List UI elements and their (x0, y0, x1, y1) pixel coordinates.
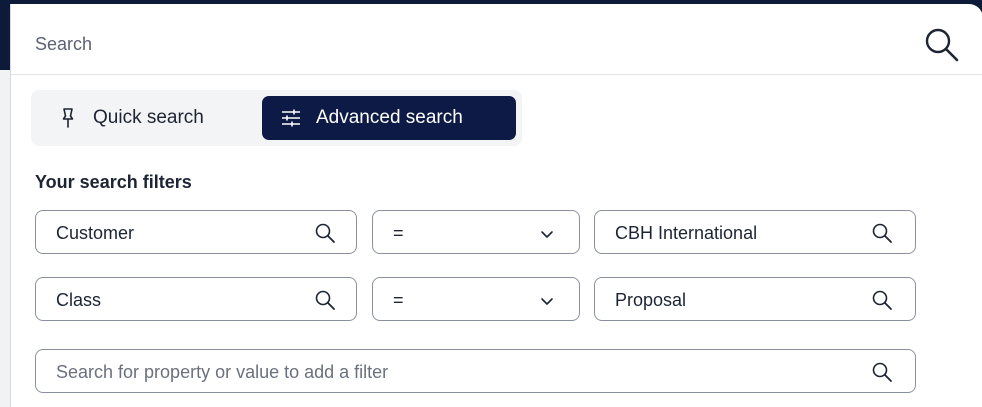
filter-property-value: Customer (56, 223, 135, 243)
chevron-down-icon (541, 298, 553, 305)
filter-operator-dropdown[interactable]: = (372, 210, 580, 254)
search-overlay: Quick search Advanced search Your sear (0, 0, 982, 407)
filter-operator-value: = (393, 223, 404, 243)
add-filter-placeholder: Search for property or value to add a fi… (56, 362, 389, 382)
search-bar (11, 10, 982, 75)
window-frame-left (0, 0, 10, 70)
search-panel: Quick search Advanced search Your sear (10, 4, 982, 407)
filter-property-field[interactable]: Customer (35, 210, 357, 254)
advanced-search-label: Advanced search (316, 107, 463, 128)
search-mode-toggle: Quick search Advanced search (31, 90, 522, 146)
search-icon[interactable] (871, 222, 893, 244)
filter-operator-value: = (393, 290, 404, 310)
sliders-icon (280, 107, 302, 129)
filter-value-text: Proposal (615, 290, 687, 310)
search-icon[interactable] (871, 289, 893, 311)
add-filter-search-field[interactable]: Search for property or value to add a fi… (35, 349, 916, 393)
search-input[interactable] (33, 28, 917, 60)
filter-property-field[interactable]: Class (35, 277, 357, 321)
filters-heading: Your search filters (35, 172, 192, 192)
pin-icon (57, 107, 79, 129)
search-icon[interactable] (871, 361, 893, 383)
filter-value-field[interactable]: Proposal (594, 277, 916, 321)
filter-operator-dropdown[interactable]: = (372, 277, 580, 321)
search-icon[interactable] (314, 289, 336, 311)
filter-value-text: CBH International (615, 223, 758, 243)
search-icon[interactable] (923, 26, 961, 64)
filter-value-field[interactable]: CBH International (594, 210, 916, 254)
quick-search-label: Quick search (93, 107, 204, 128)
chevron-down-icon (541, 231, 553, 238)
quick-search-button[interactable]: Quick search (57, 96, 257, 140)
search-icon[interactable] (314, 222, 336, 244)
filter-property-value: Class (56, 290, 102, 310)
advanced-search-button[interactable]: Advanced search (262, 96, 516, 140)
